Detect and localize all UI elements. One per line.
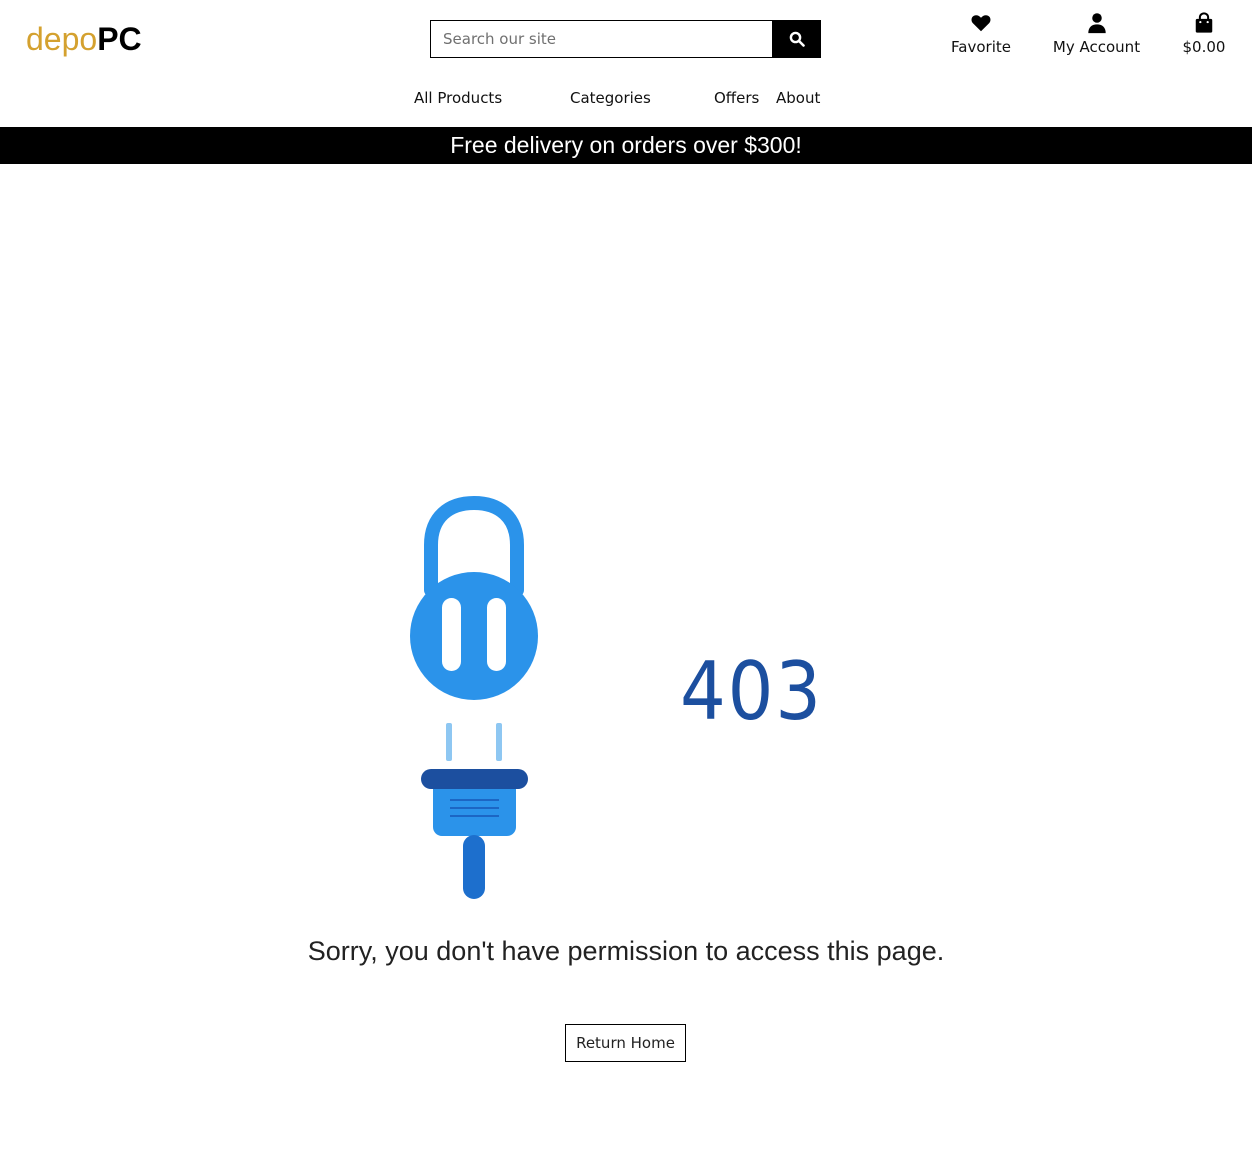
nav-item-offers[interactable]: Offers — [714, 88, 759, 108]
brand-logo-part2: PC — [97, 21, 142, 57]
nav-item-categories[interactable]: Categories — [570, 88, 651, 108]
search-button[interactable] — [772, 20, 821, 58]
error-message: Sorry, you don't have permission to acce… — [307, 936, 945, 966]
account-label: My Account — [1052, 38, 1141, 56]
main-nav: All Products Categories Offers About — [0, 88, 1252, 110]
return-home-button[interactable]: Return Home — [565, 1024, 686, 1062]
nav-item-about[interactable]: About — [776, 88, 820, 108]
search-form — [430, 20, 821, 58]
search-icon — [789, 31, 805, 47]
error-code: 403 — [680, 645, 823, 738]
heart-icon — [971, 15, 991, 32]
favorite-label: Favorite — [951, 38, 1011, 56]
brand-logo[interactable]: depoPC — [26, 20, 142, 58]
cart-total: $0.00 — [1182, 38, 1226, 56]
user-icon — [1087, 13, 1106, 34]
search-input[interactable] — [430, 20, 772, 58]
cart-button[interactable]: $0.00 — [1180, 12, 1228, 56]
shopping-bag-icon — [1195, 12, 1213, 33]
promo-banner: Free delivery on orders over $300! — [0, 127, 1252, 164]
account-button[interactable]: My Account — [1052, 12, 1141, 56]
favorite-button[interactable]: Favorite — [951, 12, 1011, 56]
brand-logo-part1: depo — [26, 21, 98, 57]
site-header: depoPC Favorite My Account — [0, 0, 1252, 127]
padlock-plug-icon — [405, 495, 545, 905]
nav-item-all-products[interactable]: All Products — [414, 88, 502, 108]
